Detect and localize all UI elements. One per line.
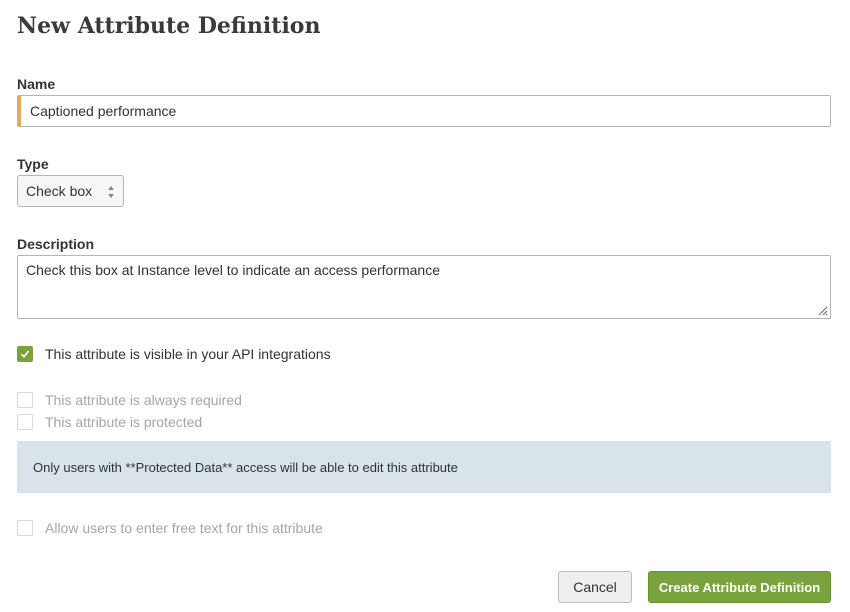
type-label: Type [17,156,49,172]
protected-checkbox [17,414,33,430]
cancel-button[interactable]: Cancel [558,571,632,603]
description-text: Check this box at Instance level to indi… [26,262,440,278]
protected-info-note: Only users with **Protected Data** acces… [17,441,831,493]
free-text-checkbox [17,520,33,536]
protected-label: This attribute is protected [45,414,203,430]
page-title: New Attribute Definition [17,13,321,39]
api-visible-label: This attribute is visible in your API in… [45,346,331,362]
api-visible-checkbox[interactable] [17,346,33,362]
type-select[interactable]: Check box [17,175,124,207]
always-required-row: This attribute is always required [17,392,242,408]
type-select-value: Check box [26,183,93,199]
create-attribute-definition-button[interactable]: Create Attribute Definition [648,571,831,603]
name-input[interactable] [17,95,831,127]
api-visible-row[interactable]: This attribute is visible in your API in… [17,346,331,362]
description-label: Description [17,236,95,252]
protected-row: This attribute is protected [17,414,202,430]
free-text-label: Allow users to enter free text for this … [45,520,323,536]
free-text-row: Allow users to enter free text for this … [17,520,323,536]
select-arrows-icon [108,186,114,198]
name-label: Name [17,76,56,92]
always-required-checkbox [17,392,33,408]
description-textarea[interactable]: Check this box at Instance level to indi… [17,255,831,319]
resize-grip-icon[interactable] [816,304,828,316]
checkmark-icon [20,350,30,359]
protected-info-text: Only users with **Protected Data** acces… [33,459,458,475]
always-required-label: This attribute is always required [45,392,242,408]
